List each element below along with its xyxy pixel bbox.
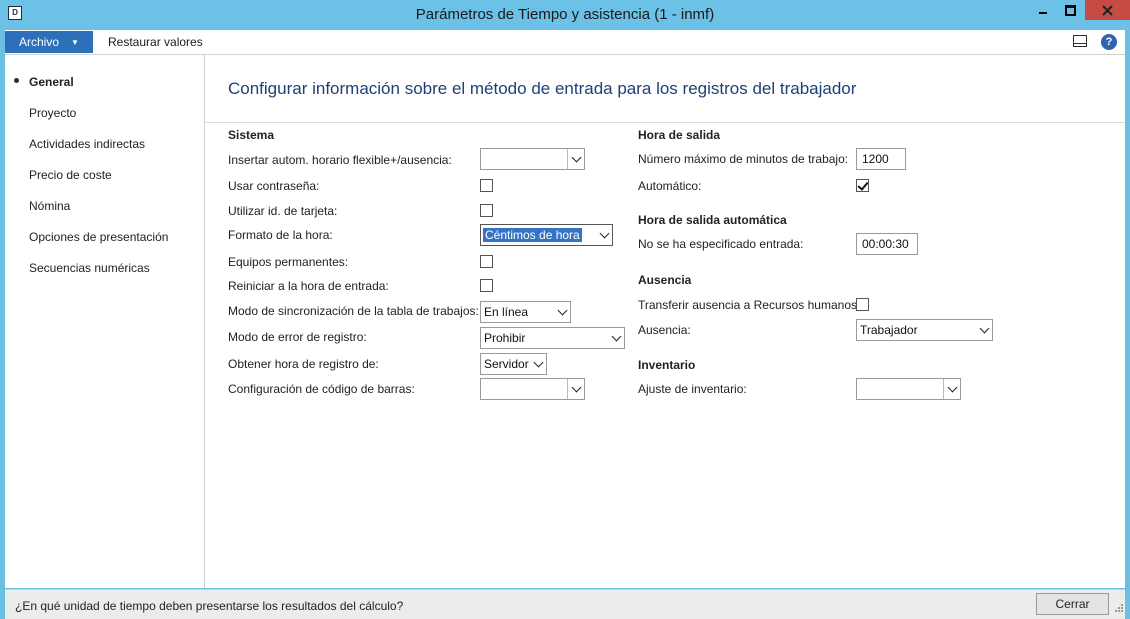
inventory-adjustment-combo[interactable] (856, 378, 961, 400)
field-label: Equipos permanentes: (228, 255, 349, 269)
close-window-button[interactable] (1085, 0, 1130, 20)
minimize-icon (1038, 12, 1047, 14)
field-label: Modo de error de registro: (228, 330, 367, 344)
chevron-down-icon (571, 152, 581, 163)
minimize-button[interactable] (1029, 0, 1056, 20)
section-ausencia: Ausencia (638, 273, 692, 287)
field-label: Transferir ausencia a Recursos humanos: (638, 298, 861, 312)
close-icon (1102, 4, 1113, 16)
chevron-down-icon (979, 323, 989, 334)
dropdown-button[interactable] (554, 302, 570, 322)
chevron-down-icon (571, 382, 581, 393)
section-sistema: Sistema (228, 128, 275, 142)
combo-value: En línea (484, 305, 529, 319)
field-label: No se ha especificado entrada: (638, 237, 804, 251)
use-password-checkbox[interactable] (480, 179, 493, 192)
main-content: Configurar información sobre el método d… (205, 55, 1125, 588)
dropdown-button[interactable] (608, 328, 624, 348)
sidebar-item-precio-de-coste[interactable]: Precio de coste (29, 168, 112, 182)
input-value: 00:00:30 (862, 237, 909, 251)
combo-value: Prohibir (484, 331, 526, 345)
dropdown-button[interactable] (943, 379, 960, 399)
auto-flex-absence-combo[interactable] (480, 148, 585, 170)
sidebar-item-actividades-indirectas[interactable]: Actividades indirectas (29, 137, 145, 151)
field-label: Insertar autom. horario flexible+/ausenc… (228, 153, 452, 167)
field-label: Configuración de código de barras: (228, 382, 415, 396)
field-label: Obtener hora de registro de: (228, 357, 379, 371)
use-card-id-checkbox[interactable] (480, 204, 493, 217)
combo-value: Servidor (484, 357, 529, 371)
window-title: Parámetros de Tiempo y asistencia (1 - i… (415, 6, 715, 23)
reset-at-clock-in-checkbox[interactable] (480, 279, 493, 292)
dropdown-button[interactable] (596, 225, 612, 245)
sidebar-item-nomina[interactable]: Nómina (29, 199, 70, 213)
chevron-down-icon (557, 305, 567, 316)
dropdown-arrow-icon: ▼ (71, 37, 79, 47)
field-label: Ausencia: (638, 323, 691, 337)
combo-value: Trabajador (860, 323, 918, 337)
barcode-setup-combo[interactable] (480, 378, 585, 400)
section-hora-salida-automatica: Hora de salida automática (638, 213, 787, 227)
field-label: Utilizar id. de tarjeta: (228, 204, 338, 218)
file-menu-button[interactable]: Archivo ▼ (5, 31, 93, 53)
window: D Parámetros de Tiempo y asistencia (1 -… (0, 0, 1130, 619)
job-table-sync-mode-combo[interactable]: En línea (480, 301, 571, 323)
sidebar-nav: General Proyecto Actividades indirectas … (5, 55, 205, 588)
file-menu-label: Archivo (19, 35, 60, 49)
resize-grip-icon[interactable] (1115, 604, 1123, 612)
sidebar-item-secuencias-numericas[interactable]: Secuencias numéricas (29, 261, 150, 275)
registration-time-source-combo[interactable]: Servidor (480, 353, 547, 375)
checkmark-icon (857, 179, 869, 191)
combo-value: Céntimos de hora (483, 228, 582, 242)
section-inventario: Inventario (638, 358, 696, 372)
help-text: ¿En qué unidad de tiempo deben presentar… (15, 599, 404, 613)
maximize-icon (1065, 4, 1076, 16)
field-label: Ajuste de inventario: (638, 382, 747, 396)
field-label: Formato de la hora: (228, 228, 333, 242)
restore-values-button[interactable]: Restaurar valores (108, 35, 203, 49)
chevron-down-icon (947, 382, 957, 393)
time-format-combo[interactable]: Céntimos de hora (480, 224, 613, 246)
close-button[interactable]: Cerrar (1036, 593, 1109, 615)
field-label: Reiniciar a la hora de entrada: (228, 279, 389, 293)
maximize-button[interactable] (1057, 0, 1084, 20)
page-title: Configurar información sobre el método d… (228, 79, 857, 98)
sidebar-item-general[interactable]: General (29, 75, 74, 89)
max-work-minutes-input[interactable]: 1200 (856, 148, 906, 170)
transfer-absence-hr-checkbox[interactable] (856, 298, 869, 311)
title-bar: D Parámetros de Tiempo y asistencia (1 -… (0, 0, 1130, 30)
permanent-teams-checkbox[interactable] (480, 255, 493, 268)
automatic-checkbox[interactable] (856, 179, 869, 192)
field-label: Número máximo de minutos de trabajo: (638, 152, 849, 166)
active-bullet-icon (14, 78, 19, 83)
dropdown-button[interactable] (530, 354, 546, 374)
dropdown-button[interactable] (567, 149, 584, 169)
divider (205, 122, 1125, 123)
dropdown-button[interactable] (567, 379, 584, 399)
chevron-down-icon (611, 331, 621, 342)
absence-combo[interactable]: Trabajador (856, 319, 993, 341)
sidebar-item-proyecto[interactable]: Proyecto (29, 106, 76, 120)
dropdown-button[interactable] (976, 320, 992, 340)
sidebar-item-opciones-presentacion[interactable]: Opciones de presentación (29, 230, 168, 244)
help-icon[interactable]: ? (1101, 34, 1117, 50)
field-label: Modo de sincronización de la tabla de tr… (228, 304, 479, 318)
menu-bar: Archivo ▼ Restaurar valores ? (5, 30, 1125, 55)
status-bar: ¿En qué unidad de tiempo deben presentar… (5, 589, 1125, 619)
input-value: 1200 (862, 152, 889, 166)
section-hora-de-salida: Hora de salida (638, 128, 721, 142)
panel-layout-icon[interactable] (1073, 35, 1087, 47)
registration-error-mode-combo[interactable]: Prohibir (480, 327, 625, 349)
chevron-down-icon (599, 228, 609, 239)
field-label: Automático: (638, 179, 702, 193)
chevron-down-icon (533, 357, 543, 368)
field-label: Usar contraseña: (228, 179, 320, 193)
no-entry-time-input[interactable]: 00:00:30 (856, 233, 918, 255)
